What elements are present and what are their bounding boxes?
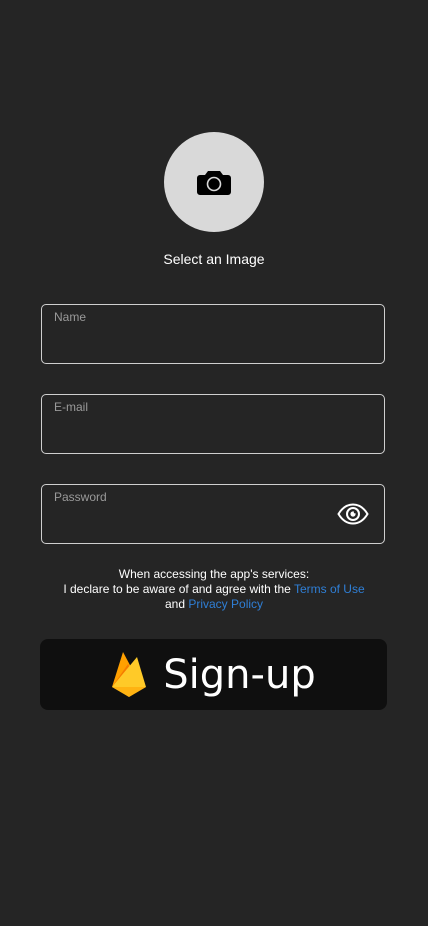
privacy-policy-link[interactable]: Privacy Policy xyxy=(188,597,263,611)
signup-button-label: Sign-up xyxy=(163,651,316,698)
signup-screen: Select an Image Name E-mail Password Whe… xyxy=(0,0,428,926)
name-input[interactable] xyxy=(54,331,324,355)
password-field[interactable]: Password xyxy=(41,484,385,544)
legal-line-2: I declare to be aware of and agree with … xyxy=(0,582,428,597)
avatar-picker-button[interactable] xyxy=(164,132,264,232)
terms-of-use-link[interactable]: Terms of Use xyxy=(294,582,365,596)
legal-line-3: and Privacy Policy xyxy=(0,597,428,612)
password-input[interactable] xyxy=(54,511,324,535)
legal-line-3-text: and xyxy=(164,597,185,611)
email-field[interactable]: E-mail xyxy=(41,394,385,454)
legal-notice: When accessing the app's services: I dec… xyxy=(0,567,428,612)
legal-line-1: When accessing the app's services: xyxy=(118,567,310,581)
name-field-label: Name xyxy=(54,310,87,324)
name-field[interactable]: Name xyxy=(41,304,385,364)
email-input[interactable] xyxy=(54,421,324,445)
select-image-label[interactable]: Select an Image xyxy=(0,250,428,268)
legal-line-2-text: I declare to be aware of and agree with … xyxy=(63,582,291,596)
signup-button[interactable]: Sign-up xyxy=(40,639,387,710)
eye-icon[interactable] xyxy=(337,503,369,525)
password-field-label: Password xyxy=(54,490,107,504)
camera-icon xyxy=(197,171,231,195)
firebase-icon xyxy=(112,651,147,697)
email-field-label: E-mail xyxy=(54,400,89,414)
